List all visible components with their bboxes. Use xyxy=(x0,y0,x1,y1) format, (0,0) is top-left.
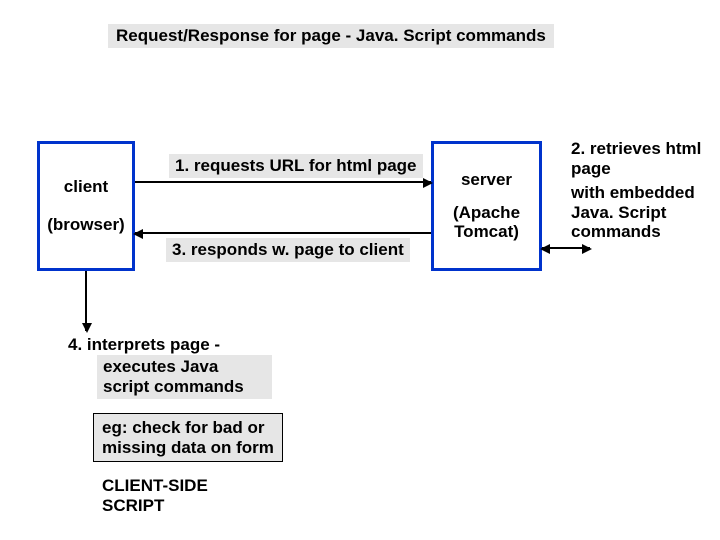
step4-line1: 4. interprets page - xyxy=(68,335,220,355)
client-label: client xyxy=(40,177,132,197)
note-box: eg: check for bad or missing data on for… xyxy=(93,413,283,462)
client-box: client (browser) xyxy=(37,141,135,271)
step1-label: 1. requests URL for html page xyxy=(169,154,423,178)
server-box: server (Apache Tomcat) xyxy=(431,141,542,271)
step4-line2: executes Java script commands xyxy=(97,355,272,399)
server-label: server xyxy=(434,170,539,190)
arrow-step4 xyxy=(85,271,87,331)
step3-label: 3. responds w. page to client xyxy=(166,238,410,262)
arrow-step1 xyxy=(135,181,431,183)
arrow-step3 xyxy=(135,232,431,234)
arrow-step2 xyxy=(542,247,590,249)
footer-label: CLIENT-SIDE SCRIPT xyxy=(102,476,252,515)
client-sublabel: (browser) xyxy=(40,215,132,235)
page-title: Request/Response for page - Java. Script… xyxy=(108,24,554,48)
step2b-label: with embedded Java. Script commands xyxy=(571,183,711,242)
server-sublabel: (Apache Tomcat) xyxy=(434,204,539,241)
step2-label: 2. retrieves html page xyxy=(571,139,711,178)
